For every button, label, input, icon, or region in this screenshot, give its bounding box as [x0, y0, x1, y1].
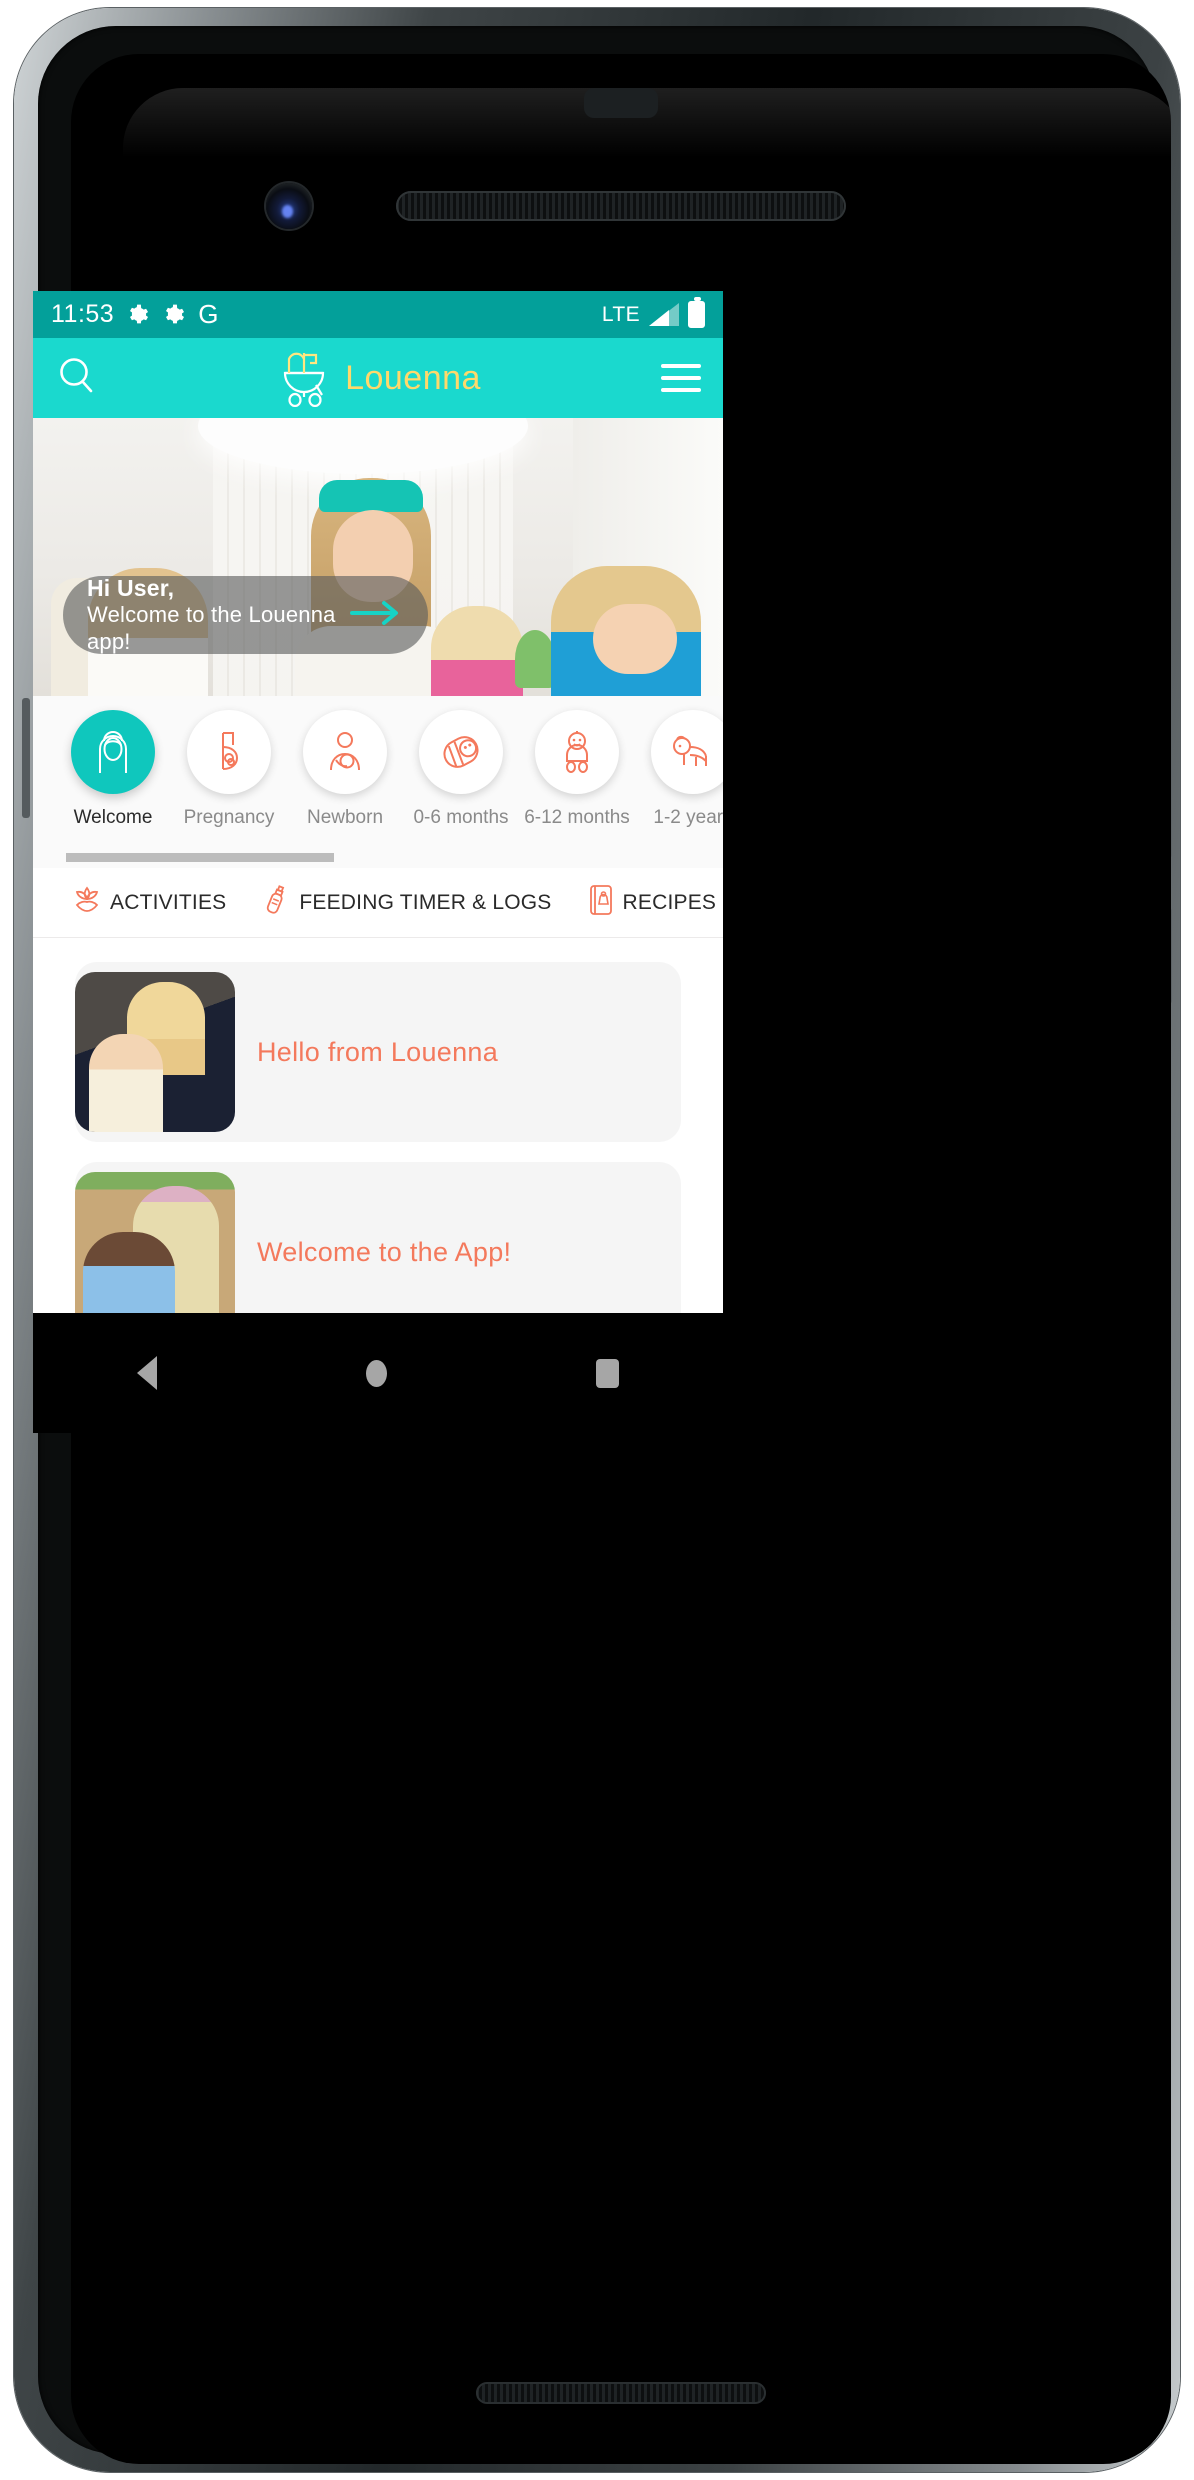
- card-title: Hello from Louenna: [257, 1036, 499, 1067]
- welcome-text: Hi User, Welcome to the Louenna app!: [87, 574, 350, 656]
- welcome-message-pill[interactable]: Hi User, Welcome to the Louenna app!: [63, 574, 428, 656]
- category-chip-label: 0-6 months: [413, 807, 509, 828]
- welcome-subtitle: Welcome to the Louenna app!: [87, 602, 336, 655]
- category-chips-scroller[interactable]: Welcome Pregnancy Newborn 0-6 months 6-1…: [33, 696, 723, 868]
- card-thumbnail: [75, 972, 235, 1132]
- hamburger-menu-icon[interactable]: [661, 364, 701, 392]
- pregnant-belly-icon: [187, 710, 271, 794]
- front-camera-icon: [266, 183, 312, 229]
- battery-full-icon: [688, 297, 705, 328]
- content-card-list: Hello from Louenna Welcome to the App!: [33, 938, 723, 1313]
- category-chips: Welcome Pregnancy Newborn 0-6 months 6-1…: [33, 710, 723, 829]
- app-screen: 11:53 G LTE Louenna Hi User, Welcome to …: [33, 291, 723, 1313]
- status-bar-right: LTE: [601, 297, 705, 328]
- card-title: Welcome to the App!: [257, 1236, 512, 1267]
- category-chip-1-2-years[interactable]: 1-2 years: [635, 710, 723, 829]
- content-card[interactable]: Welcome to the App!: [75, 1162, 681, 1313]
- card-thumbnail: [75, 1172, 235, 1313]
- category-chip-pregnancy[interactable]: Pregnancy: [171, 710, 287, 829]
- proximity-sensor-icon: [584, 88, 658, 118]
- recipe-book-icon: [588, 884, 614, 921]
- woman-face-icon: [71, 710, 155, 794]
- nav-recents-icon[interactable]: [595, 1358, 619, 1388]
- lotus-icon: [73, 885, 101, 920]
- mother-baby-icon: [303, 710, 387, 794]
- tab-feeding-timer-logs[interactable]: FEEDING TIMER & LOGS: [262, 884, 551, 921]
- content-tab-bar[interactable]: ACTIVITIES FEEDING TIMER & LOGS RECIPES: [33, 868, 723, 938]
- status-bar-clock: 11:53: [51, 300, 115, 328]
- category-chip-newborn[interactable]: Newborn: [287, 710, 403, 829]
- swaddled-baby-icon: [419, 710, 503, 794]
- phone-frame: 11:53 G LTE Louenna Hi User, Welcome to …: [0, 0, 1194, 2480]
- category-chip-label: 1-2 years: [653, 807, 723, 828]
- phone-left-button[interactable]: [22, 698, 30, 818]
- google-g-icon: G: [198, 299, 219, 329]
- network-type-label: LTE: [601, 302, 640, 326]
- tab-label: FEEDING TIMER & LOGS: [299, 890, 552, 914]
- earpiece-speaker-icon: [396, 191, 846, 221]
- gear-icon: [126, 303, 150, 327]
- category-scrollbar-thumb[interactable]: [66, 853, 334, 862]
- bottom-speaker-icon: [476, 2382, 766, 2404]
- brand-block: Louenna: [33, 345, 723, 412]
- category-chip-label: Welcome: [73, 807, 153, 828]
- crawling-baby-icon: [651, 710, 723, 794]
- tab-recipes[interactable]: RECIPES: [588, 884, 717, 921]
- tab-activities[interactable]: ACTIVITIES: [73, 885, 226, 920]
- nav-back-icon[interactable]: [137, 1356, 158, 1390]
- gear-icon: [162, 303, 186, 327]
- category-chip-0-6-months[interactable]: 0-6 months: [403, 710, 519, 829]
- sitting-baby-icon: [535, 710, 619, 794]
- status-bar: 11:53 G LTE: [33, 291, 723, 338]
- baby-bottle-icon: [262, 884, 290, 921]
- signal-bars-icon: [649, 303, 679, 326]
- status-bar-left: 11:53 G: [51, 299, 219, 330]
- content-card[interactable]: Hello from Louenna: [75, 962, 681, 1142]
- nav-home-icon[interactable]: [365, 1359, 387, 1387]
- android-navigation-bar: [33, 1313, 723, 1433]
- search-icon[interactable]: [55, 354, 99, 403]
- greeting-line: Hi User,: [87, 575, 175, 602]
- app-header: Louenna: [33, 338, 723, 418]
- category-chip-label: Pregnancy: [183, 807, 275, 828]
- category-chip-label: Newborn: [306, 807, 384, 828]
- category-chip-label: 6-12 months: [524, 807, 630, 828]
- category-chip-6-12-months[interactable]: 6-12 months: [519, 710, 635, 829]
- hero-banner[interactable]: Hi User, Welcome to the Louenna app!: [33, 418, 723, 696]
- pram-logo-icon: [275, 345, 333, 412]
- tab-label: RECIPES: [622, 890, 717, 914]
- app-title: Louenna: [345, 358, 481, 397]
- category-chip-welcome[interactable]: Welcome: [55, 710, 171, 829]
- arrow-right-icon[interactable]: [350, 598, 404, 633]
- tab-label: ACTIVITIES: [110, 890, 227, 914]
